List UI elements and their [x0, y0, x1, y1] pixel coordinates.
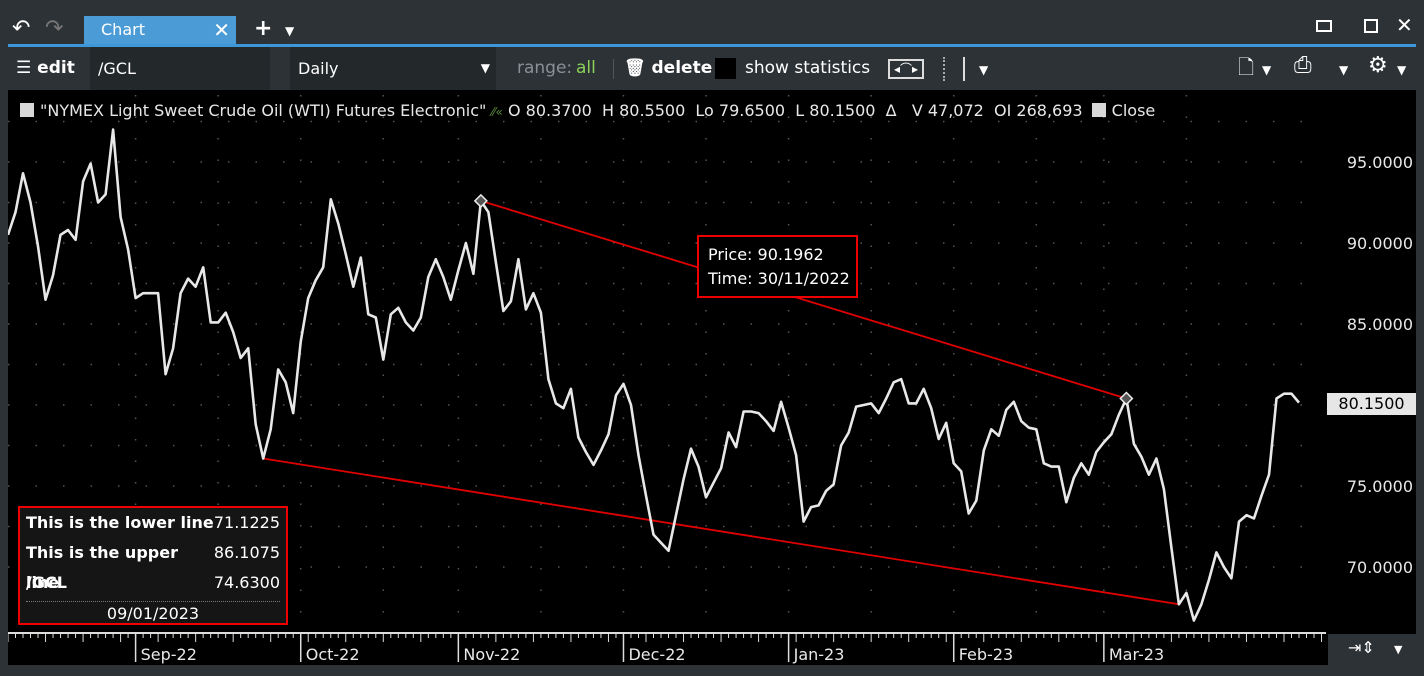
y-tick-label: 95.0000 — [1347, 153, 1413, 172]
axis-corner: ⇥⇕ ▼ — [1328, 634, 1416, 665]
lower-trend-line — [263, 457, 1180, 606]
gear-icon[interactable]: ⚙ — [1368, 55, 1388, 77]
upper-trend-line — [480, 200, 1127, 400]
stats-row-upper: This is the upper line 86.1075 — [26, 538, 280, 592]
chevron-down-icon: ▼ — [480, 61, 490, 75]
stats-row-lower: This is the lower line 71.1225 — [26, 508, 280, 538]
x-tick-label: Oct-22 — [306, 645, 360, 664]
edit-label: edit — [37, 58, 75, 78]
tab-label: Chart — [101, 20, 145, 39]
stats-value: 86.1075 — [213, 543, 280, 562]
stats-value: 74.6300 — [213, 573, 280, 592]
chart-zoom-icon[interactable]: ◂⌒▸ — [888, 59, 924, 79]
x-tick-label: Mar-23 — [1109, 645, 1164, 664]
stats-label: This is the upper line — [26, 543, 178, 592]
export-icon[interactable]: 🗋 — [1238, 57, 1254, 77]
show-statistics-checkbox[interactable] — [715, 58, 736, 79]
undo-icon[interactable]: ↶ — [12, 18, 30, 40]
ruler-caret-icon[interactable]: ▼ — [979, 60, 988, 80]
ruler-icon[interactable] — [943, 57, 965, 81]
last-value: L 80.1500 — [795, 101, 876, 120]
fit-vertical-icon[interactable]: ⇥⇕ — [1348, 638, 1375, 658]
bottom-border — [0, 665, 1424, 676]
restore-icon[interactable] — [1316, 20, 1332, 32]
x-tick-label: Sep-22 — [141, 645, 197, 664]
trend-line-handle — [1119, 391, 1134, 406]
export-caret-icon[interactable]: ▼ — [1262, 60, 1271, 80]
trend-arrows-icon: ⁄⁄« — [491, 105, 503, 119]
range-all-button[interactable]: all — [576, 47, 596, 90]
settings-caret-icon[interactable]: ▼ — [1397, 60, 1406, 80]
tooltip-time: Time: 30/11/2022 — [708, 269, 850, 288]
close-series-swatch[interactable] — [1091, 103, 1106, 117]
stats-row-symbol: /GCL 74.6300 — [26, 568, 280, 598]
tab-chart[interactable]: Chart ✕ — [84, 16, 236, 44]
delete-button[interactable]: 🗑 delete — [624, 47, 712, 90]
edit-button[interactable]: ☰ edit — [16, 47, 75, 90]
y-tick-label: 75.0000 — [1347, 477, 1413, 496]
open-value: O 80.3700 — [507, 101, 592, 120]
tooltip-price: Price: 90.1962 — [708, 245, 824, 264]
statistics-box: This is the lower line 71.1225 This is th… — [18, 506, 288, 625]
low-value: Lo 79.6500 — [695, 101, 786, 120]
axis-caret-icon[interactable]: ▼ — [1394, 640, 1402, 660]
print-caret-icon[interactable]: ▼ — [1339, 60, 1348, 80]
close-tab-icon[interactable]: ✕ — [213, 16, 230, 44]
y-tick-label: 70.0000 — [1347, 558, 1413, 577]
interval-select[interactable]: Daily ▼ — [290, 47, 496, 90]
redo-icon[interactable]: ↷ — [45, 18, 63, 40]
maximize-icon[interactable] — [1364, 19, 1378, 33]
caret-down-icon[interactable]: ▼ — [285, 21, 294, 41]
trash-icon: 🗑 — [624, 58, 646, 78]
close-window-icon[interactable]: ✕ — [1396, 15, 1413, 35]
interval-value: Daily — [298, 59, 339, 78]
current-price-badge: 80.1500 — [1327, 393, 1416, 415]
show-statistics-label[interactable]: show statistics — [745, 47, 870, 90]
chart-legend: "NYMEX Light Sweet Crude Oil (WTI) Futur… — [20, 100, 1155, 123]
range-label: range: — [517, 58, 573, 78]
stats-date: 09/01/2023 — [26, 601, 280, 626]
series-name: Close — [1111, 101, 1156, 120]
volume-value: V 47,072 — [911, 101, 984, 120]
toolbar: ☰ edit /GCL Daily ▼ range: all 🗑 delete … — [8, 47, 1416, 90]
x-tick-label: Feb-23 — [959, 645, 1013, 664]
x-tick-label: Nov-22 — [463, 645, 520, 664]
print-icon[interactable]: ⎙ — [1294, 55, 1312, 77]
instrument-name: "NYMEX Light Sweet Crude Oil (WTI) Futur… — [40, 101, 487, 120]
divider — [613, 59, 614, 79]
add-tab-icon[interactable]: + — [254, 18, 272, 40]
x-tick-label: Dec-22 — [628, 645, 685, 664]
trendline-tooltip: Price: 90.1962 Time: 30/11/2022 — [697, 235, 858, 298]
stats-value: 71.1225 — [213, 513, 280, 532]
stats-label: /GCL — [26, 573, 67, 592]
delete-label: delete — [651, 58, 713, 78]
menu-icon: ☰ — [16, 58, 32, 78]
delta-value: Δ — [885, 101, 897, 120]
symbol-input[interactable]: /GCL — [90, 47, 270, 90]
x-tick-label: Jan-23 — [793, 645, 845, 664]
series-color-swatch[interactable] — [20, 103, 34, 117]
y-tick-label: 90.0000 — [1347, 234, 1413, 253]
open-interest-value: OI 268,693 — [994, 101, 1083, 120]
y-tick-label: 85.0000 — [1347, 315, 1413, 334]
stats-label: This is the lower line — [26, 513, 214, 532]
high-value: H 80.5500 — [601, 101, 686, 120]
